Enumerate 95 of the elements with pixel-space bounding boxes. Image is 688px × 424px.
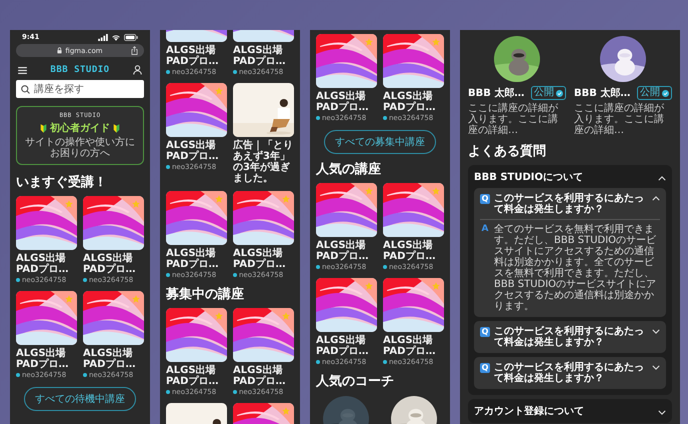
star-icon[interactable] <box>132 295 140 304</box>
course-title[interactable]: ALGS出場PADプロ… <box>16 348 77 370</box>
faq-category[interactable]: アカウント登録について <box>474 404 584 418</box>
star-icon[interactable] <box>282 312 290 320</box>
course-title[interactable]: ALGS出場PADプロ… <box>383 335 444 358</box>
star-icon[interactable] <box>432 187 440 196</box>
course-title[interactable]: ALGS出場PADプロ… <box>233 365 294 388</box>
dot-icon <box>83 373 87 378</box>
course-title[interactable]: ALGS出場PADプロ… <box>316 240 377 262</box>
star-icon[interactable] <box>432 38 440 46</box>
course-title[interactable]: ALGS出場PADプロ… <box>166 45 227 67</box>
coach-name[interactable]: BBB 太郎… <box>468 86 524 100</box>
view-all-button[interactable]: すべての待機中講座 <box>24 387 136 412</box>
share-icon[interactable] <box>131 46 138 55</box>
dot-icon <box>166 70 170 74</box>
star-icon[interactable] <box>282 407 290 416</box>
dot-icon <box>83 278 87 282</box>
view-all-button[interactable]: すべての募集中講座 <box>324 130 436 154</box>
dot-icon <box>383 265 387 270</box>
chevron-up-icon[interactable] <box>652 196 660 202</box>
guide-subtitle: サイトの操作や使い方にお困りの方へ <box>24 137 136 159</box>
battery-icon <box>124 34 138 40</box>
coach-description: ここに講座の詳細が入ります。ここに講座の詳細… <box>574 103 665 136</box>
faq-question[interactable]: このサービスを利用するにあたって料金は発生しますか？ <box>494 362 648 384</box>
wifi-icon <box>111 34 121 40</box>
dot-icon <box>383 360 387 364</box>
course-title[interactable]: ALGS出場PADプロ… <box>316 335 377 358</box>
dot-icon <box>316 116 320 120</box>
star-icon[interactable] <box>215 195 223 203</box>
star-icon[interactable] <box>215 312 223 320</box>
q-badge: Q <box>480 327 490 338</box>
search-field[interactable]: 講座を探す <box>16 80 144 98</box>
course-title[interactable]: ALGS出場PADプロ… <box>166 248 227 270</box>
menu-icon[interactable] <box>18 66 27 74</box>
course-title[interactable]: ALGS出場PADプロ… <box>16 253 77 276</box>
dot-icon <box>166 165 170 169</box>
course-title[interactable]: ALGS出場PADプロ… <box>383 240 444 262</box>
signal-icon <box>98 34 108 40</box>
course-title[interactable]: ALGS出場PADプロ… <box>83 348 144 370</box>
chevron-up-icon[interactable] <box>658 176 666 182</box>
chevron-down-icon[interactable] <box>652 365 660 370</box>
dot-icon <box>233 390 237 394</box>
guide-title: 初心者ガイド <box>50 121 110 135</box>
coach-description: ここに講座の詳細が入ります。ここに講座の詳細… <box>468 103 559 136</box>
star-icon[interactable] <box>65 295 73 304</box>
dot-icon <box>383 116 387 120</box>
check-icon <box>556 90 563 96</box>
course-title[interactable]: ALGS出場PADプロ… <box>233 248 294 270</box>
faq-question[interactable]: このサービスを利用するにあたって料金は発生しますか？ <box>494 193 648 216</box>
chevron-down-icon[interactable] <box>658 410 666 416</box>
q-badge: Q <box>480 194 490 204</box>
dot-icon <box>166 273 170 277</box>
course-title[interactable]: ALGS出場PADプロ… <box>316 91 377 113</box>
faq-category[interactable]: BBB STUDIOについて <box>474 170 584 184</box>
user-icon[interactable] <box>133 65 142 75</box>
beginner-mark-icon <box>40 124 47 132</box>
coach-name[interactable]: BBB 太郎… <box>574 86 630 100</box>
ad-title[interactable]: 広告｜「とりあえず3年」の3年が過ぎました。 <box>233 140 294 184</box>
section-heading: 募集中の講座 <box>166 288 245 302</box>
search-icon <box>21 84 30 94</box>
dot-icon <box>16 373 20 378</box>
faq-answer: 全てのサービスを無料で利用できます。ただし、BBB STUDIOのサービスサイトにアクセスするための通信料は別途かかります。全てのサービスを無料で利用できます。ただし、BBB STUDIOのサービスサイトにアクセスするための通信料は別途かかります。 <box>494 224 658 312</box>
star-icon[interactable] <box>282 195 290 203</box>
star-icon[interactable] <box>365 282 373 290</box>
dot-icon <box>316 360 320 364</box>
course-title[interactable]: ALGS出場PADプロ… <box>83 253 144 276</box>
star-icon[interactable] <box>215 87 223 95</box>
dot-icon <box>233 70 237 74</box>
course-title[interactable]: ALGS出場PADプロ… <box>233 45 294 67</box>
star-icon[interactable] <box>432 282 440 290</box>
badge-text: 公開 <box>640 87 660 99</box>
lock-icon <box>57 47 62 54</box>
section-heading: いますぐ受講！ <box>16 176 108 190</box>
star-icon[interactable] <box>365 187 373 196</box>
star-icon[interactable] <box>65 200 73 208</box>
star-icon[interactable] <box>365 38 373 46</box>
beginner-mark-icon <box>113 124 120 132</box>
course-title[interactable]: ALGS出場PADプロ… <box>166 140 227 162</box>
star-icon[interactable] <box>132 200 140 208</box>
section-heading: よくある質問 <box>468 145 547 160</box>
q-badge: Q <box>480 363 490 374</box>
dot-icon <box>166 390 170 394</box>
logo[interactable]: BBB STUDIO <box>50 65 110 75</box>
answer-mark: A <box>480 224 490 234</box>
course-title[interactable]: ALGS出場PADプロ… <box>383 91 444 113</box>
dot-icon <box>233 273 237 277</box>
section-heading: 人気のコーチ <box>316 375 395 390</box>
dot-icon <box>16 278 20 282</box>
section-heading: 人気の講座 <box>316 163 382 178</box>
dot-icon <box>316 265 320 270</box>
check-icon <box>662 90 669 96</box>
badge-text: 公開 <box>534 87 554 99</box>
faq-question[interactable]: このサービスを利用するにあたって料金は発生しますか？ <box>494 326 648 348</box>
chevron-down-icon[interactable] <box>652 329 660 334</box>
course-title[interactable]: ALGS出場PADプロ… <box>166 365 227 388</box>
